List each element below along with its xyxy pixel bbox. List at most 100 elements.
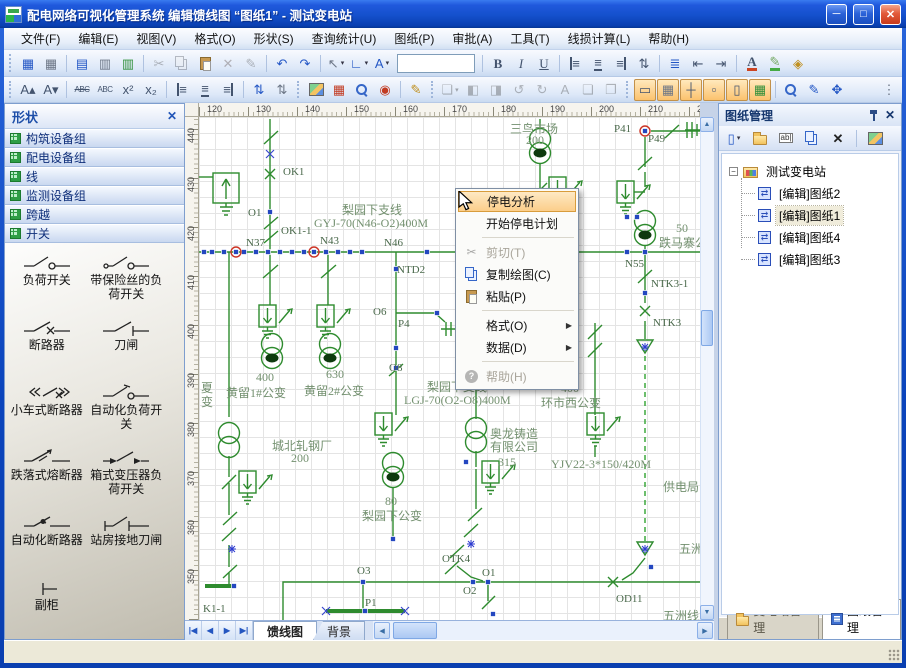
- shapes-group-监测设备组[interactable]: 监测设备组: [5, 186, 184, 205]
- text-tool-icon[interactable]: A▾: [371, 53, 393, 74]
- menu-item[interactable]: 工具(T): [501, 27, 558, 50]
- italic-icon[interactable]: I: [510, 53, 532, 74]
- menu-item[interactable]: 帮助(H): [639, 27, 698, 50]
- dropdown-arrow-icon[interactable]: ▾: [386, 59, 390, 67]
- selection-handle[interactable]: [361, 580, 366, 585]
- undo-icon[interactable]: ↶: [271, 53, 293, 74]
- flip-horizontal-icon[interactable]: ◧: [462, 79, 484, 100]
- close-button[interactable]: ✕: [880, 4, 901, 25]
- selection-handle[interactable]: [202, 250, 207, 255]
- context-menu-item[interactable]: 开始停电计划: [458, 212, 576, 234]
- selection-handle[interactable]: [360, 250, 365, 255]
- tree-item-label[interactable]: [编辑]图纸1: [776, 206, 843, 225]
- vertical-text-icon[interactable]: ⇅: [633, 53, 655, 74]
- selection-handle[interactable]: [635, 215, 640, 220]
- selection-handle[interactable]: [425, 250, 430, 255]
- selection-handle[interactable]: [234, 250, 239, 255]
- save-icon[interactable]: ▤: [71, 53, 93, 74]
- toolbar-grip[interactable]: [626, 81, 630, 98]
- selection-handle[interactable]: [643, 291, 648, 296]
- selection-handle[interactable]: [649, 565, 654, 570]
- align-right-icon[interactable]: ≡: [610, 53, 632, 74]
- selection-handle[interactable]: [391, 537, 396, 542]
- selection-handle[interactable]: [242, 250, 247, 255]
- canvas-horizontal-scrollbar[interactable]: ◀ ▶: [373, 621, 714, 640]
- minimize-button[interactable]: ─: [826, 4, 847, 25]
- page-nav-icon[interactable]: |◀: [185, 621, 202, 640]
- format-painter-icon[interactable]: ✎: [240, 53, 262, 74]
- fill-color-icon[interactable]: ◈: [787, 53, 809, 74]
- context-menu-item[interactable]: 数据(D)▶: [458, 336, 576, 358]
- highlight-color-icon[interactable]: ✎: [764, 53, 786, 74]
- tree-expand-icon[interactable]: −: [729, 167, 738, 176]
- selection-handle[interactable]: [266, 250, 271, 255]
- selection-handle[interactable]: [625, 250, 630, 255]
- decrease-font-icon[interactable]: A▾: [40, 79, 62, 100]
- selection-handle[interactable]: [625, 215, 630, 220]
- horizontal-scroll-thumb[interactable]: [393, 622, 437, 639]
- copy-icon[interactable]: [171, 53, 193, 74]
- toolbar-grip[interactable]: [297, 81, 301, 98]
- dropdown-arrow-icon[interactable]: ▾: [737, 134, 741, 142]
- dropdown-arrow-icon[interactable]: ▾: [455, 86, 459, 94]
- tree-item[interactable]: ⇄[编辑]图纸4: [722, 226, 898, 248]
- menu-item[interactable]: 审批(A): [443, 27, 501, 50]
- close-icon[interactable]: ✕: [885, 108, 895, 122]
- context-menu-item[interactable]: 格式(O)▶: [458, 314, 576, 336]
- toolbar-grip[interactable]: [431, 81, 435, 98]
- toolbar-grip[interactable]: [9, 54, 13, 72]
- zoom-tool-icon[interactable]: [780, 79, 802, 100]
- shape-station-ground-knife[interactable]: 站房接地刀闸: [87, 513, 167, 568]
- superscript-icon[interactable]: x²: [117, 79, 139, 100]
- selection-handle[interactable]: [210, 250, 215, 255]
- menu-item[interactable]: 格式(O): [185, 27, 244, 50]
- drawing-canvas[interactable]: 三鸟市场200P41P49梨园下支线GYJ-70(N46-O2)400MOK1O…: [199, 117, 700, 620]
- dropdown-arrow-icon[interactable]: ▾: [365, 59, 369, 67]
- menu-item[interactable]: 视图(V): [127, 27, 185, 50]
- font-name-combo[interactable]: [397, 54, 475, 73]
- context-menu-item[interactable]: ✂剪切(T): [458, 241, 576, 263]
- shape-knife-switch[interactable]: 刀闸: [87, 318, 167, 373]
- maximize-button[interactable]: □: [853, 4, 874, 25]
- menu-item[interactable]: 文件(F): [12, 27, 69, 50]
- edit-note-icon[interactable]: ✎: [405, 79, 427, 100]
- shape-box-transformer-load-switch[interactable]: 箱式变压器负荷开关: [87, 448, 167, 503]
- scroll-up-icon[interactable]: ▲: [700, 117, 714, 132]
- print-preview-icon[interactable]: ▥: [94, 53, 116, 74]
- dropdown-arrow-icon[interactable]: ▾: [341, 59, 345, 67]
- tree-root[interactable]: −测试变电站: [722, 160, 898, 182]
- selection-handle[interactable]: [312, 250, 317, 255]
- double-strikethrough-icon[interactable]: ABC: [94, 79, 116, 100]
- selection-handle[interactable]: [324, 250, 329, 255]
- rotate-text-icon[interactable]: A: [554, 79, 576, 100]
- shape-auto-load-switch[interactable]: 自动化负荷开关: [87, 383, 167, 438]
- page-tab-背景[interactable]: 背景: [313, 621, 365, 640]
- selection-handle[interactable]: [643, 129, 648, 134]
- menu-item[interactable]: 线损计算(L): [559, 27, 640, 50]
- pin-icon[interactable]: [869, 109, 879, 122]
- connector-tool-icon[interactable]: ∟▾: [348, 53, 370, 74]
- flip-vertical-icon[interactable]: ◨: [485, 79, 507, 100]
- page-breaks-toggle-icon[interactable]: ▯: [726, 79, 748, 101]
- shapes-group-跨越[interactable]: 跨越: [5, 205, 184, 224]
- selection-handle[interactable]: [254, 250, 259, 255]
- paragraph-space-decrease-icon[interactable]: ⇅: [271, 79, 293, 100]
- ruler-toggle-icon[interactable]: ▭: [634, 79, 656, 101]
- pointer-tool-icon[interactable]: ↖▾: [325, 53, 347, 74]
- line-spacing-middle-icon[interactable]: ≡: [194, 79, 216, 100]
- scroll-down-icon[interactable]: ▼: [700, 605, 714, 620]
- grid-toggle-icon[interactable]: ▦: [657, 79, 679, 101]
- bring-to-front-icon[interactable]: ❏: [577, 79, 599, 100]
- selection-handle[interactable]: [278, 250, 283, 255]
- resize-grip[interactable]: [888, 649, 900, 661]
- menu-item[interactable]: 形状(S): [245, 27, 303, 50]
- drawing-window-icon[interactable]: [864, 128, 886, 149]
- selection-handle[interactable]: [486, 580, 491, 585]
- position-icon[interactable]: ❏▾: [439, 79, 461, 100]
- paragraph-space-increase-icon[interactable]: ⇅: [248, 79, 270, 100]
- shape-dropout-fuse[interactable]: 跌落式熔断器: [7, 448, 87, 503]
- context-menu-item[interactable]: 粘贴(P): [458, 285, 576, 307]
- tree-item-label[interactable]: [编辑]图纸3: [776, 250, 843, 269]
- pan-tool-icon[interactable]: ✥: [826, 79, 848, 100]
- menu-item[interactable]: 查询统计(U): [303, 27, 386, 50]
